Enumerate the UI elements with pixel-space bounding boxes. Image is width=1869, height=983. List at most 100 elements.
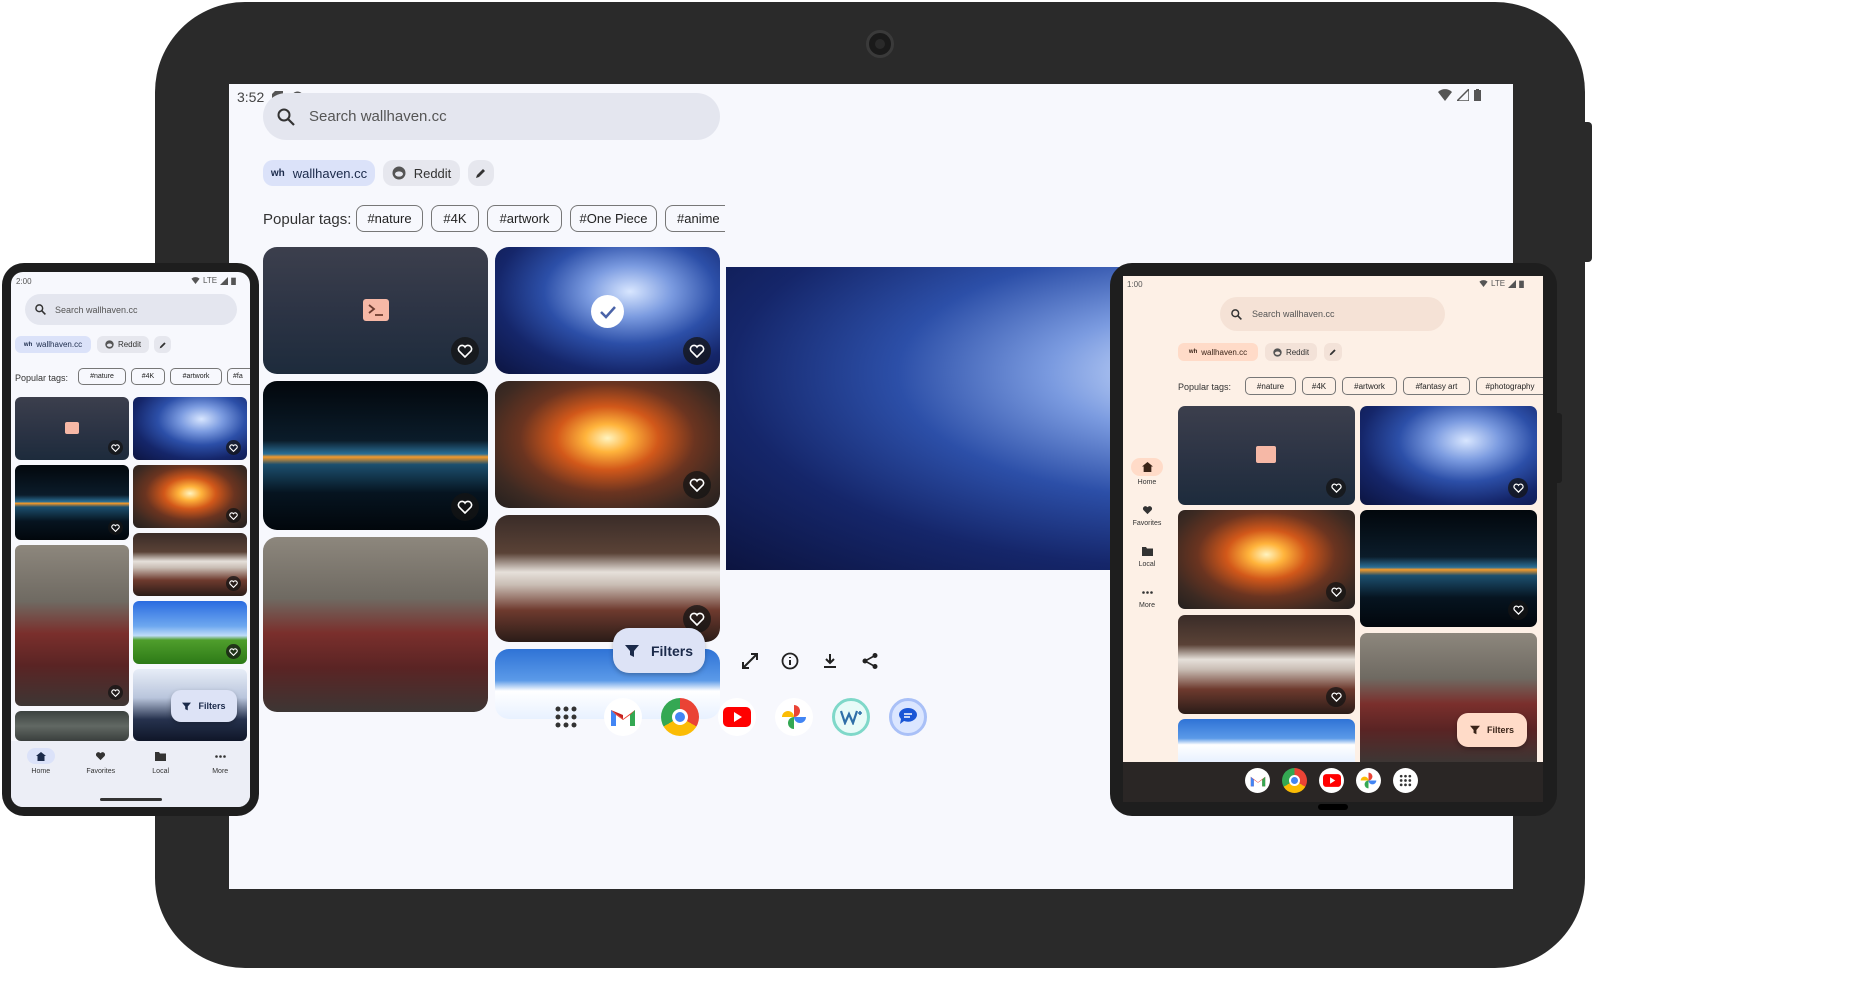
nav-item-local[interactable]: Local xyxy=(147,748,175,775)
wallpaper-thumbnail[interactable] xyxy=(133,533,247,596)
source-label: wallhaven.cc xyxy=(292,165,368,181)
chrome-icon[interactable] xyxy=(1282,768,1307,793)
popular-tags-label: Popular tags: xyxy=(1178,382,1232,392)
favorite-button[interactable] xyxy=(1326,478,1346,498)
app-drawer-icon[interactable] xyxy=(547,698,585,736)
favorite-button[interactable] xyxy=(683,471,711,499)
favorite-button[interactable] xyxy=(108,520,123,535)
share-icon[interactable] xyxy=(861,652,879,670)
wifi-icon xyxy=(191,277,200,284)
wallpaper-thumbnail[interactable] xyxy=(15,545,129,706)
wallpaper-thumbnail[interactable] xyxy=(263,247,488,374)
edit-sources-button[interactable] xyxy=(154,336,171,353)
wallpaper-thumbnail[interactable] xyxy=(495,381,720,508)
favorite-button[interactable] xyxy=(1508,478,1528,498)
wallpaper-thumbnail[interactable] xyxy=(133,397,247,460)
tag-chip[interactable]: #4K xyxy=(131,368,165,385)
tag-chip[interactable]: #anime xyxy=(665,205,725,232)
source-chip-reddit[interactable]: Reddit xyxy=(1265,343,1317,361)
wallpaper-thumbnail[interactable] xyxy=(1178,510,1355,609)
gesture-bar[interactable] xyxy=(100,798,162,801)
wallpaper-thumbnail[interactable] xyxy=(1178,719,1355,762)
edit-sources-button[interactable] xyxy=(468,160,494,186)
source-chip-reddit[interactable]: Reddit xyxy=(383,160,460,186)
nav-item-more[interactable]: More xyxy=(1131,585,1163,609)
wallhaven-app-icon[interactable] xyxy=(832,698,870,736)
youtube-icon[interactable] xyxy=(718,698,756,736)
filters-button[interactable]: Filters xyxy=(171,690,237,722)
signal-icon xyxy=(1457,89,1469,101)
wallpaper-thumbnail-selected[interactable] xyxy=(495,247,720,374)
nav-item-home[interactable]: Home xyxy=(26,748,55,775)
favorite-button[interactable] xyxy=(683,337,711,365)
tag-chip[interactable]: #nature xyxy=(1245,377,1296,395)
search-bar[interactable]: Search wallhaven.cc xyxy=(25,294,237,325)
wallpaper-thumbnail[interactable] xyxy=(15,397,129,460)
favorite-button[interactable] xyxy=(226,440,241,455)
heart-outline-icon xyxy=(1512,605,1524,615)
heart-icon xyxy=(1131,503,1163,517)
favorite-button[interactable] xyxy=(1508,600,1528,620)
edit-sources-button[interactable] xyxy=(1324,343,1342,361)
home-icon xyxy=(1131,458,1163,476)
wallpaper-thumbnail[interactable] xyxy=(263,537,488,712)
fullscreen-icon[interactable] xyxy=(741,652,759,670)
source-chip-reddit[interactable]: Reddit xyxy=(97,336,149,353)
tag-chip[interactable]: #One Piece xyxy=(570,205,657,232)
favorite-button[interactable] xyxy=(108,685,123,700)
filters-button[interactable]: Filters xyxy=(613,628,705,673)
wallpaper-thumbnail[interactable] xyxy=(263,381,488,530)
wallpaper-thumbnail[interactable] xyxy=(495,515,720,642)
source-chip-wallhaven[interactable]: wh wallhaven.cc xyxy=(263,160,375,186)
gmail-icon[interactable] xyxy=(604,698,642,736)
messages-icon[interactable] xyxy=(889,698,927,736)
tag-chip[interactable]: #4K xyxy=(1302,377,1336,395)
favorite-button[interactable] xyxy=(1326,582,1346,602)
wallpaper-thumbnail[interactable] xyxy=(15,465,129,540)
favorite-button[interactable] xyxy=(226,576,241,591)
favorite-button[interactable] xyxy=(226,644,241,659)
wallpaper-thumbnail[interactable] xyxy=(1178,615,1355,714)
heart-outline-icon xyxy=(229,647,238,656)
gmail-icon[interactable] xyxy=(1245,768,1270,793)
tag-chip[interactable]: #fantasy art xyxy=(1403,377,1470,395)
nav-item-local[interactable]: Local xyxy=(1131,544,1163,568)
tag-chip[interactable]: #nature xyxy=(356,205,423,232)
favorite-button[interactable] xyxy=(108,440,123,455)
google-photos-icon[interactable] xyxy=(1356,768,1381,793)
filters-label: Filters xyxy=(198,701,226,711)
nav-item-more[interactable]: More xyxy=(206,748,234,775)
filters-button[interactable]: Filters xyxy=(1457,713,1527,747)
favorite-button[interactable] xyxy=(226,508,241,523)
search-bar[interactable]: Search wallhaven.cc xyxy=(1220,297,1445,331)
tag-chip[interactable]: #fa xyxy=(227,368,250,385)
tag-chip[interactable]: #nature xyxy=(78,368,126,385)
nav-item-favorites[interactable]: Favorites xyxy=(1131,503,1163,527)
favorite-button[interactable] xyxy=(451,337,479,365)
chrome-icon[interactable] xyxy=(661,698,699,736)
wallpaper-thumbnail[interactable] xyxy=(1178,406,1355,505)
wallpaper-thumbnail[interactable] xyxy=(133,465,247,528)
google-photos-icon[interactable] xyxy=(775,698,813,736)
tag-chip[interactable]: #4K xyxy=(431,205,479,232)
nav-item-favorites[interactable]: Favorites xyxy=(86,748,115,775)
tag-chip[interactable]: #artwork xyxy=(487,205,562,232)
favorite-button[interactable] xyxy=(1326,687,1346,707)
wallpaper-thumbnail[interactable] xyxy=(1360,406,1537,505)
nav-item-home[interactable]: Home xyxy=(1131,458,1163,486)
source-chip-wallhaven[interactable]: wh wallhaven.cc xyxy=(15,336,91,353)
youtube-icon[interactable] xyxy=(1319,768,1344,793)
app-drawer-icon[interactable] xyxy=(1393,768,1418,793)
tag-chip[interactable]: #artwork xyxy=(1342,377,1397,395)
wallpaper-thumbnail[interactable] xyxy=(1360,510,1537,627)
heart-outline-icon xyxy=(111,688,120,697)
info-icon[interactable] xyxy=(781,652,799,670)
tag-chip[interactable]: #photography xyxy=(1476,377,1543,395)
wallpaper-thumbnail[interactable] xyxy=(133,601,247,664)
wallpaper-thumbnail[interactable] xyxy=(15,711,129,741)
favorite-button[interactable] xyxy=(451,493,479,521)
search-bar[interactable]: Search wallhaven.cc xyxy=(263,93,720,140)
tag-chip[interactable]: #artwork xyxy=(170,368,222,385)
source-chip-wallhaven[interactable]: wh wallhaven.cc xyxy=(1178,343,1258,361)
download-icon[interactable] xyxy=(821,652,839,670)
